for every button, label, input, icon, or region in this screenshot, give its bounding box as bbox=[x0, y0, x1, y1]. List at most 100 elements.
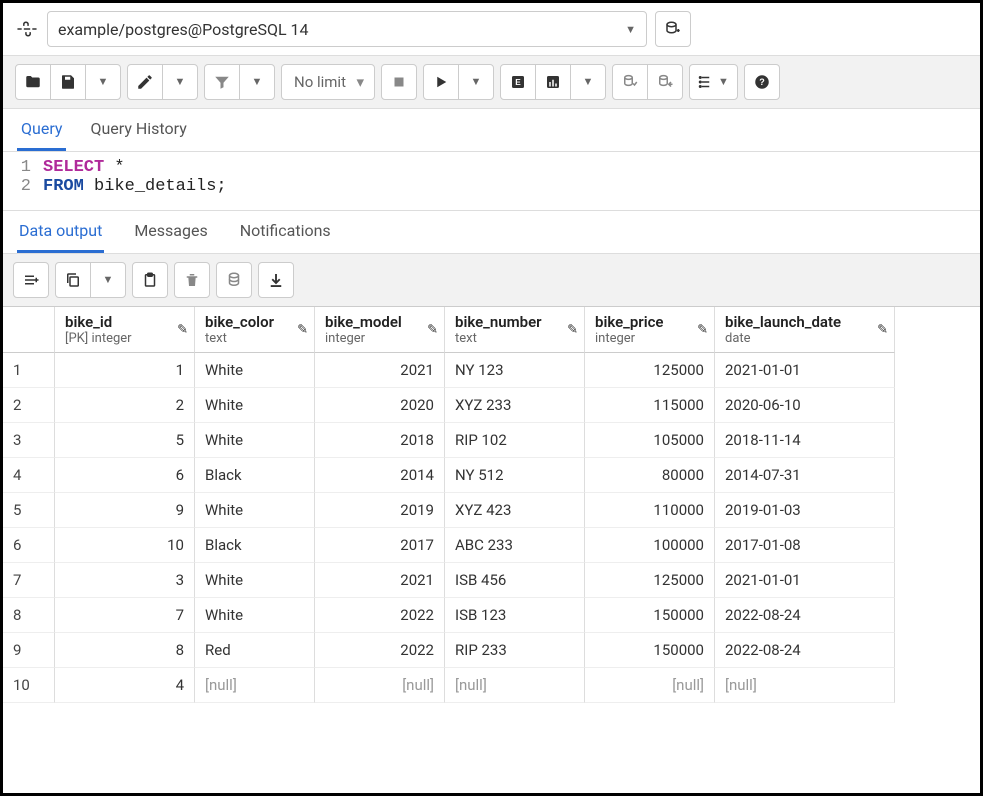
edit-button[interactable] bbox=[127, 64, 163, 100]
cell[interactable]: 2018-11-14 bbox=[715, 423, 895, 458]
cell[interactable]: Red bbox=[195, 633, 315, 668]
cell[interactable]: 2022 bbox=[315, 598, 445, 633]
row-header[interactable]: 10 bbox=[3, 668, 55, 703]
cell[interactable]: Black bbox=[195, 458, 315, 493]
cell[interactable]: 7 bbox=[55, 598, 195, 633]
cell[interactable]: 2022 bbox=[315, 633, 445, 668]
cell[interactable]: 1 bbox=[55, 353, 195, 388]
cell[interactable]: [null] bbox=[315, 668, 445, 703]
tab-messages[interactable]: Messages bbox=[132, 211, 209, 253]
filter-button[interactable] bbox=[204, 64, 240, 100]
cell[interactable]: 2021 bbox=[315, 353, 445, 388]
cell[interactable]: 2017-01-08 bbox=[715, 528, 895, 563]
cell[interactable]: 115000 bbox=[585, 388, 715, 423]
stop-button[interactable] bbox=[381, 64, 417, 100]
cell[interactable]: 2020 bbox=[315, 388, 445, 423]
pencil-icon[interactable]: ✎ bbox=[427, 322, 438, 337]
column-header-bike_launch_date[interactable]: bike_launch_datedate✎ bbox=[715, 307, 895, 353]
paste-button[interactable] bbox=[132, 262, 168, 298]
row-header[interactable]: 3 bbox=[3, 423, 55, 458]
pencil-icon[interactable]: ✎ bbox=[297, 322, 308, 337]
cell[interactable]: 2017 bbox=[315, 528, 445, 563]
cell[interactable]: White bbox=[195, 493, 315, 528]
cell[interactable]: 2021 bbox=[315, 563, 445, 598]
row-header[interactable]: 8 bbox=[3, 598, 55, 633]
cell[interactable]: RIP 233 bbox=[445, 633, 585, 668]
cell[interactable]: XYZ 423 bbox=[445, 493, 585, 528]
cell[interactable]: [null] bbox=[195, 668, 315, 703]
cell[interactable]: 2021-01-01 bbox=[715, 353, 895, 388]
filter-dropdown[interactable]: ▼ bbox=[239, 64, 275, 100]
cell[interactable]: White bbox=[195, 563, 315, 598]
explain-analyze-button[interactable] bbox=[535, 64, 571, 100]
cell[interactable]: NY 512 bbox=[445, 458, 585, 493]
help-button[interactable]: ? bbox=[744, 64, 780, 100]
row-header[interactable]: 2 bbox=[3, 388, 55, 423]
cell[interactable]: XYZ 233 bbox=[445, 388, 585, 423]
tab-query[interactable]: Query bbox=[17, 109, 66, 151]
cell[interactable]: ISB 123 bbox=[445, 598, 585, 633]
save-data-button[interactable] bbox=[216, 262, 252, 298]
cell[interactable]: 8 bbox=[55, 633, 195, 668]
copy-button[interactable] bbox=[55, 262, 91, 298]
tab-query-history[interactable]: Query History bbox=[86, 109, 190, 151]
cell[interactable]: 2021-01-01 bbox=[715, 563, 895, 598]
cell[interactable]: 105000 bbox=[585, 423, 715, 458]
execute-button[interactable] bbox=[423, 64, 459, 100]
add-row-button[interactable] bbox=[13, 262, 49, 298]
open-file-button[interactable] bbox=[15, 64, 51, 100]
pencil-icon[interactable]: ✎ bbox=[697, 322, 708, 337]
cell[interactable]: 100000 bbox=[585, 528, 715, 563]
pencil-icon[interactable]: ✎ bbox=[567, 322, 578, 337]
commit-button[interactable] bbox=[612, 64, 648, 100]
cell[interactable]: 150000 bbox=[585, 633, 715, 668]
cell[interactable]: 125000 bbox=[585, 563, 715, 598]
tab-notifications[interactable]: Notifications bbox=[238, 211, 333, 253]
cell[interactable]: 9 bbox=[55, 493, 195, 528]
column-header-bike_price[interactable]: bike_priceinteger✎ bbox=[585, 307, 715, 353]
cell[interactable]: [null] bbox=[715, 668, 895, 703]
cell[interactable]: RIP 102 bbox=[445, 423, 585, 458]
pencil-icon[interactable]: ✎ bbox=[877, 322, 888, 337]
cell[interactable]: [null] bbox=[445, 668, 585, 703]
macros-button[interactable]: ▼ bbox=[689, 64, 738, 100]
cell[interactable]: 4 bbox=[55, 668, 195, 703]
cell[interactable]: 10 bbox=[55, 528, 195, 563]
pencil-icon[interactable]: ✎ bbox=[177, 322, 188, 337]
copy-dropdown[interactable]: ▼ bbox=[90, 262, 126, 298]
cell[interactable]: NY 123 bbox=[445, 353, 585, 388]
connection-selector[interactable]: example/postgres@PostgreSQL 14 ▼ bbox=[47, 11, 647, 47]
cell[interactable]: 2019 bbox=[315, 493, 445, 528]
cell[interactable]: White bbox=[195, 388, 315, 423]
cell[interactable]: 2019-01-03 bbox=[715, 493, 895, 528]
cell[interactable]: Black bbox=[195, 528, 315, 563]
cell[interactable]: 2014 bbox=[315, 458, 445, 493]
cell[interactable]: 2018 bbox=[315, 423, 445, 458]
column-header-bike_color[interactable]: bike_colortext✎ bbox=[195, 307, 315, 353]
save-button[interactable] bbox=[50, 64, 86, 100]
explain-dropdown[interactable]: ▼ bbox=[570, 64, 606, 100]
cell[interactable]: 2022-08-24 bbox=[715, 598, 895, 633]
cell[interactable]: 125000 bbox=[585, 353, 715, 388]
cell[interactable]: 6 bbox=[55, 458, 195, 493]
cell[interactable]: 150000 bbox=[585, 598, 715, 633]
row-header[interactable]: 5 bbox=[3, 493, 55, 528]
cell[interactable]: 2022-08-24 bbox=[715, 633, 895, 668]
download-button[interactable] bbox=[258, 262, 294, 298]
cell[interactable]: 80000 bbox=[585, 458, 715, 493]
cell[interactable]: ABC 233 bbox=[445, 528, 585, 563]
cell[interactable]: [null] bbox=[585, 668, 715, 703]
limit-selector[interactable]: No limit bbox=[281, 64, 375, 100]
edit-dropdown[interactable]: ▼ bbox=[162, 64, 198, 100]
cell[interactable]: 2020-06-10 bbox=[715, 388, 895, 423]
cell[interactable]: White bbox=[195, 353, 315, 388]
row-header[interactable]: 6 bbox=[3, 528, 55, 563]
cell[interactable]: 110000 bbox=[585, 493, 715, 528]
save-dropdown[interactable]: ▼ bbox=[85, 64, 121, 100]
explain-button[interactable]: E bbox=[500, 64, 536, 100]
cell[interactable]: 2 bbox=[55, 388, 195, 423]
cell[interactable]: White bbox=[195, 598, 315, 633]
cell[interactable]: 3 bbox=[55, 563, 195, 598]
new-connection-button[interactable] bbox=[655, 11, 691, 47]
tab-data-output[interactable]: Data output bbox=[17, 211, 104, 253]
